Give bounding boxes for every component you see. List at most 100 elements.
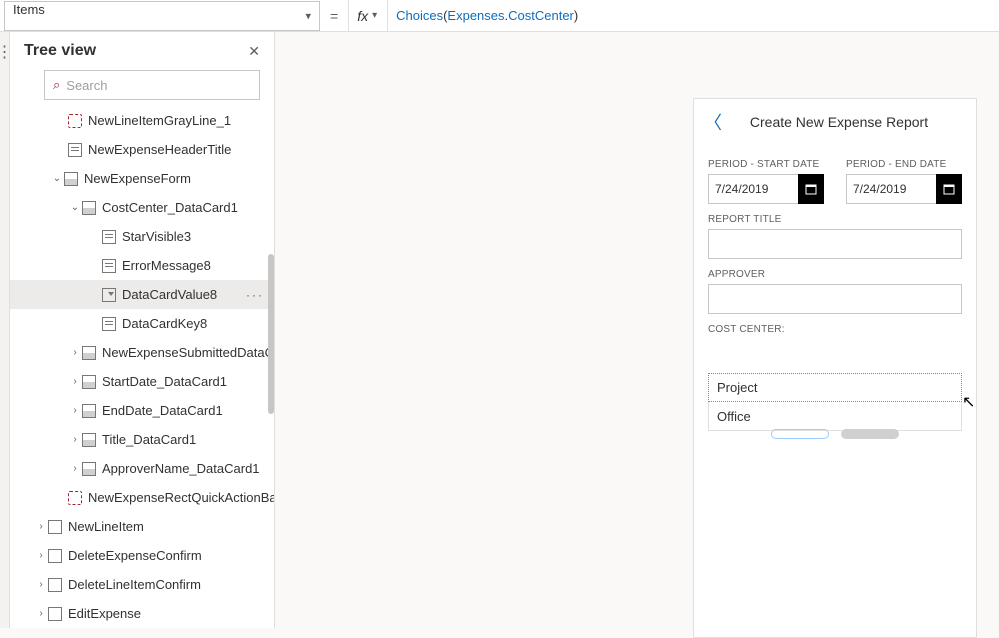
end-date-value: 7/24/2019 [846,174,936,204]
start-date-value: 7/24/2019 [708,174,798,204]
tree-node-dck[interactable]: DataCardKey8 [10,309,274,338]
calendar-icon[interactable] [798,174,824,204]
option-label: Project [717,380,757,395]
formula-token-fn: Expenses [447,8,504,23]
node-label: CostCenter_DataCard1 [102,200,238,215]
tree-node-cc-card[interactable]: ⌄ CostCenter_DataCard1 [10,193,274,222]
node-label: NewExpenseForm [84,171,191,186]
end-date-input[interactable]: 7/24/2019 [846,174,962,204]
dropdown-option-office[interactable]: Office [708,402,962,431]
tree-node-submitted[interactable]: › NewExpenseSubmittedDataCard1 [10,338,274,367]
node-label: NewExpenseRectQuickActionBar1 [88,490,274,505]
tree-node-star[interactable]: StarVisible3 [10,222,274,251]
screen-icon [48,520,62,534]
start-date-input[interactable]: 7/24/2019 [708,174,824,204]
formula-input[interactable]: Choices ( Expenses . CostCenter ) [387,0,999,31]
close-icon[interactable]: ✕ [248,43,260,60]
property-dropdown[interactable]: Items ▾ [4,1,320,31]
datacard-icon [82,346,96,360]
tree-node-newline[interactable]: › NewLineItem [10,512,274,541]
tree-node-delexp[interactable]: › DeleteExpenseConfirm [10,541,274,570]
expander-closed-icon[interactable]: › [34,579,48,590]
approver-input[interactable] [708,284,962,314]
shape-icon [68,114,82,128]
expander-closed-icon[interactable]: › [68,463,82,474]
label-icon [102,317,116,331]
node-label: ApproverName_DataCard1 [102,461,260,476]
datacard-icon [82,375,96,389]
shape-icon [68,491,82,505]
expander-closed-icon[interactable]: › [68,434,82,445]
fx-label: fx [357,8,368,24]
chevron-down-icon: ▾ [305,10,311,23]
formula-token-fn: Choices [396,8,443,23]
calendar-icon[interactable] [936,174,962,204]
expander-open-icon[interactable]: ⌄ [50,173,64,184]
screen-icon [48,549,62,563]
node-label: StarVisible3 [122,229,191,244]
datacard-icon [82,433,96,447]
app-preview: 〈 Create New Expense Report PERIOD - STA… [693,98,977,638]
datacard-icon [82,201,96,215]
cost-center-dropdown[interactable]: Project Office [708,373,962,431]
label-period-start: PERIOD - START DATE [708,159,824,170]
label-icon [102,230,116,244]
dropdown-option-project[interactable]: Project [708,373,962,402]
tree-node-err[interactable]: ErrorMessage8 [10,251,274,280]
tree-node-grayline[interactable]: NewLineItemGrayLine_1 [10,106,274,135]
tree-node-dcv[interactable]: DataCardValue8 ··· [10,280,274,309]
form-icon [64,172,78,186]
screen-title: Create New Expense Report [730,114,966,130]
tree-node-delline[interactable]: › DeleteLineItemConfirm [10,570,274,599]
expander-closed-icon[interactable]: › [68,347,82,358]
node-label: ErrorMessage8 [122,258,211,273]
label-icon [68,143,82,157]
search-input[interactable]: ⌕ Search [44,70,260,100]
tree-node-form[interactable]: ⌄ NewExpenseForm [10,164,274,193]
expander-closed-icon[interactable]: › [34,521,48,532]
chevron-down-icon: ▾ [372,10,377,21]
node-label: DeleteLineItemConfirm [68,577,201,592]
property-value: Items [13,2,45,17]
option-label: Office [717,409,751,424]
cursor-icon: ↖ [962,392,975,412]
node-label: NewExpenseSubmittedDataCard1 [102,345,274,360]
tree-node-approver[interactable]: › ApproverName_DataCard1 [10,454,274,483]
expander-closed-icon[interactable]: › [68,376,82,387]
left-rail[interactable]: ⋮ [0,32,10,628]
node-label: NewLineItem [68,519,144,534]
expander-closed-icon[interactable]: › [34,608,48,619]
tree-list: NewLineItemGrayLine_1 NewExpenseHeaderTi… [10,106,274,628]
back-icon[interactable]: 〈 [704,109,722,135]
search-placeholder: Search [66,78,107,93]
tree-node-headertitle[interactable]: NewExpenseHeaderTitle [10,135,274,164]
node-label: Title_DataCard1 [102,432,196,447]
equals-sign: = [320,0,348,31]
expander-closed-icon[interactable]: › [68,405,82,416]
node-label: DeleteExpenseConfirm [68,548,202,563]
report-title-input[interactable] [708,229,962,259]
scrollbar-thumb[interactable] [268,254,274,414]
tree-node-enddate[interactable]: › EndDate_DataCard1 [10,396,274,425]
datacard-icon [82,404,96,418]
label-approver: APPROVER [708,269,962,280]
node-label: DataCardKey8 [122,316,207,331]
label-period-end: PERIOD - END DATE [846,159,962,170]
formula-token: ) [574,8,578,23]
tree-title: Tree view [24,42,96,60]
label-icon [102,259,116,273]
combobox-icon [102,288,116,302]
more-icon[interactable]: ··· [246,288,264,302]
fx-button[interactable]: fx ▾ [348,0,387,31]
canvas[interactable]: 〈 Create New Expense Report PERIOD - STA… [275,32,999,628]
expander-open-icon[interactable]: ⌄ [68,202,82,213]
node-label: NewExpenseHeaderTitle [88,142,231,157]
tree-node-editexp[interactable]: › EditExpense [10,599,274,628]
label-cost-center: COST CENTER: [708,324,962,335]
label-report-title: REPORT TITLE [708,214,962,225]
tree-node-startdate[interactable]: › StartDate_DataCard1 [10,367,274,396]
node-label: StartDate_DataCard1 [102,374,227,389]
expander-closed-icon[interactable]: › [34,550,48,561]
tree-node-titlecard[interactable]: › Title_DataCard1 [10,425,274,454]
tree-node-rectbar[interactable]: NewExpenseRectQuickActionBar1 [10,483,274,512]
